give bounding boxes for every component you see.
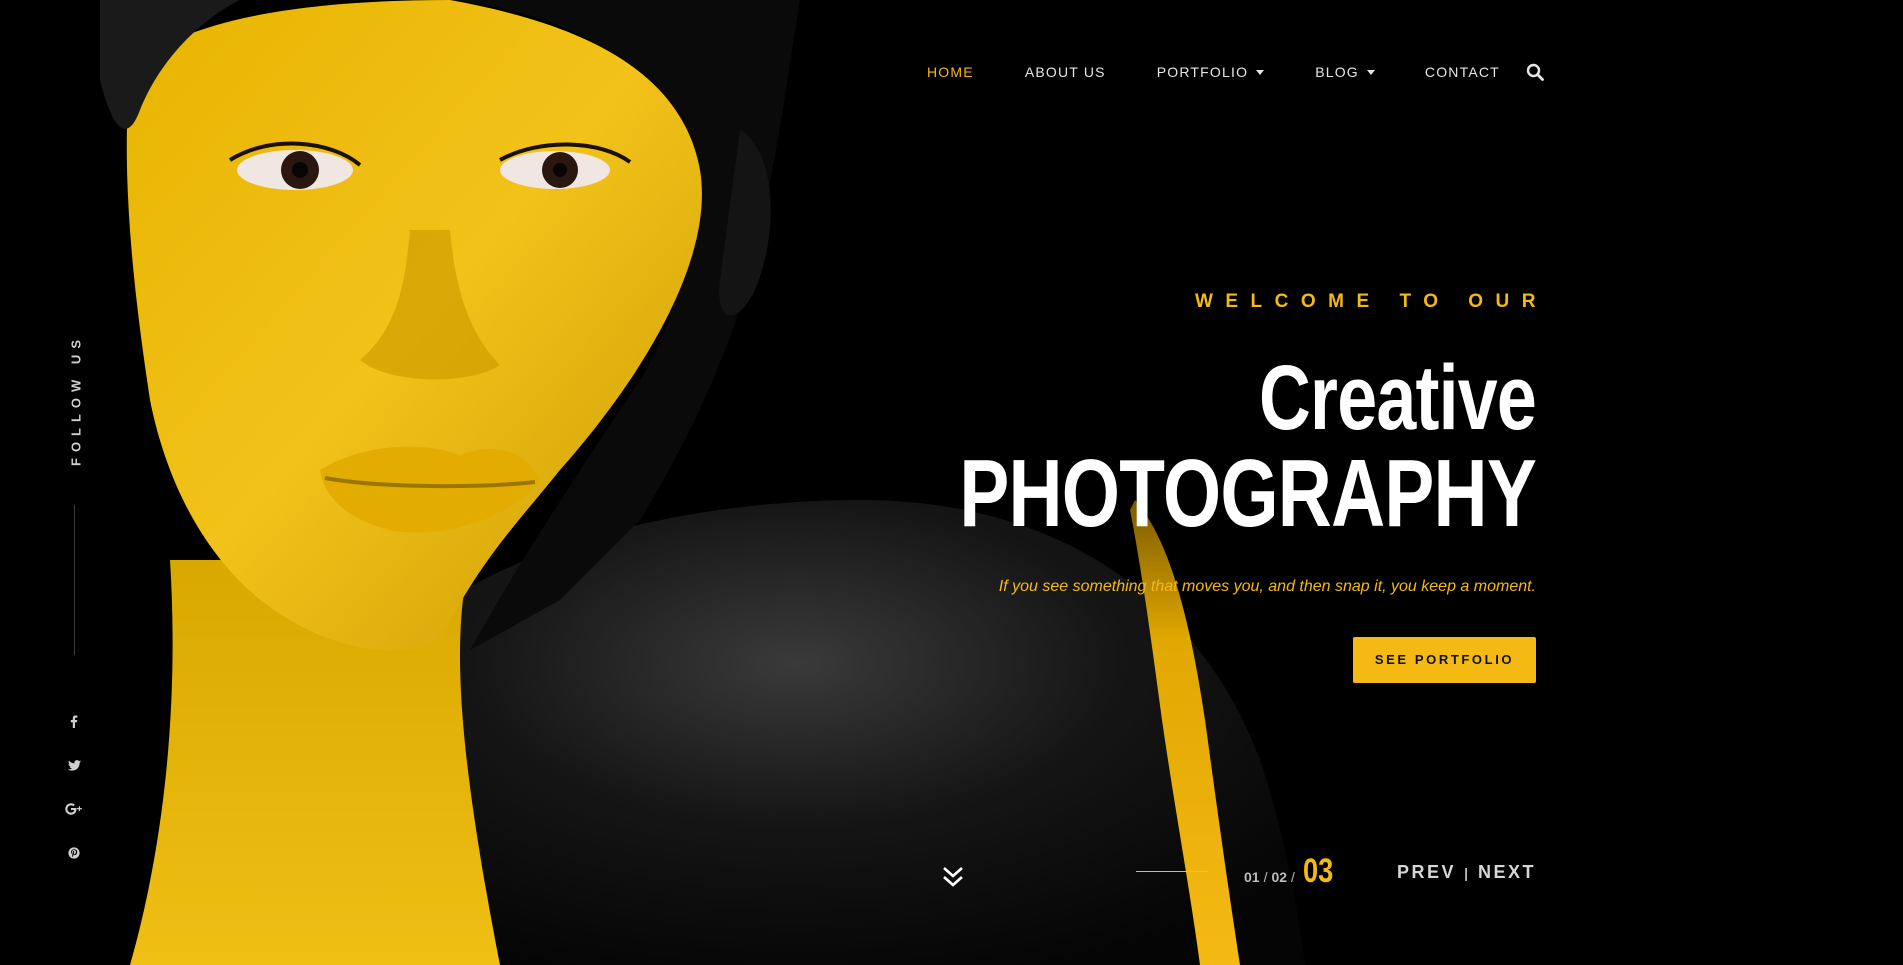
nav-portfolio[interactable]: PORTFOLIO <box>1156 64 1265 80</box>
nav-about-us[interactable]: ABOUT US <box>1025 64 1106 80</box>
slide-separator: / <box>1291 869 1295 885</box>
hero-title-line1: Creative <box>1259 347 1537 449</box>
next-button[interactable]: NEXT <box>1478 862 1536 883</box>
follow-us-label: FOLLOW US <box>68 334 84 466</box>
hero-content: WELCOME TO OUR Creative PHOTOGRAPHY If y… <box>776 288 1537 683</box>
chevron-down-icon <box>1256 69 1265 75</box>
hero-kicker: WELCOME TO OUR <box>1194 291 1548 312</box>
pager-divider: | <box>1464 864 1468 881</box>
google-plus-icon[interactable] <box>63 798 85 820</box>
facebook-icon[interactable] <box>63 710 85 732</box>
hero-stage: HOME ABOUT US PORTFOLIO BLOG CONTACT FOL… <box>0 0 1903 965</box>
prev-button[interactable]: PREV <box>1397 862 1456 883</box>
see-portfolio-button[interactable]: SEE PORTFOLIO <box>1353 637 1536 683</box>
slide-number-2[interactable]: 02 <box>1271 869 1287 885</box>
hero-tagline: If you see something that moves you, and… <box>998 578 1536 595</box>
slide-progress-line <box>1136 871 1208 872</box>
nav-contact[interactable]: CONTACT <box>1425 64 1500 80</box>
nav-blog[interactable]: BLOG <box>1315 64 1375 80</box>
slide-number-1[interactable]: 01 <box>1244 869 1260 885</box>
slide-counter: 01 / 02 / 03 <box>1244 852 1341 891</box>
main-nav: HOME ABOUT US PORTFOLIO BLOG CONTACT <box>927 58 1546 86</box>
nav-portfolio-label: PORTFOLIO <box>1156 64 1249 80</box>
chevron-down-icon <box>1366 69 1375 75</box>
pinterest-icon[interactable] <box>63 842 85 864</box>
hero-title-line2: PHOTOGRAPHY <box>959 440 1536 547</box>
nav-about-us-label: ABOUT US <box>1024 64 1106 80</box>
rail-divider <box>74 505 75 655</box>
nav-contact-label: CONTACT <box>1424 64 1500 80</box>
search-icon[interactable] <box>1524 61 1546 83</box>
slider-pager: PREV | NEXT <box>1397 862 1536 883</box>
nav-blog-label: BLOG <box>1315 64 1359 80</box>
nav-home[interactable]: HOME <box>927 64 974 80</box>
nav-home-label: HOME <box>927 64 974 80</box>
twitter-icon[interactable] <box>63 754 85 776</box>
slide-number-current[interactable]: 03 <box>1303 852 1333 891</box>
scroll-down-icon[interactable] <box>940 864 966 890</box>
slide-separator: / <box>1263 869 1268 885</box>
